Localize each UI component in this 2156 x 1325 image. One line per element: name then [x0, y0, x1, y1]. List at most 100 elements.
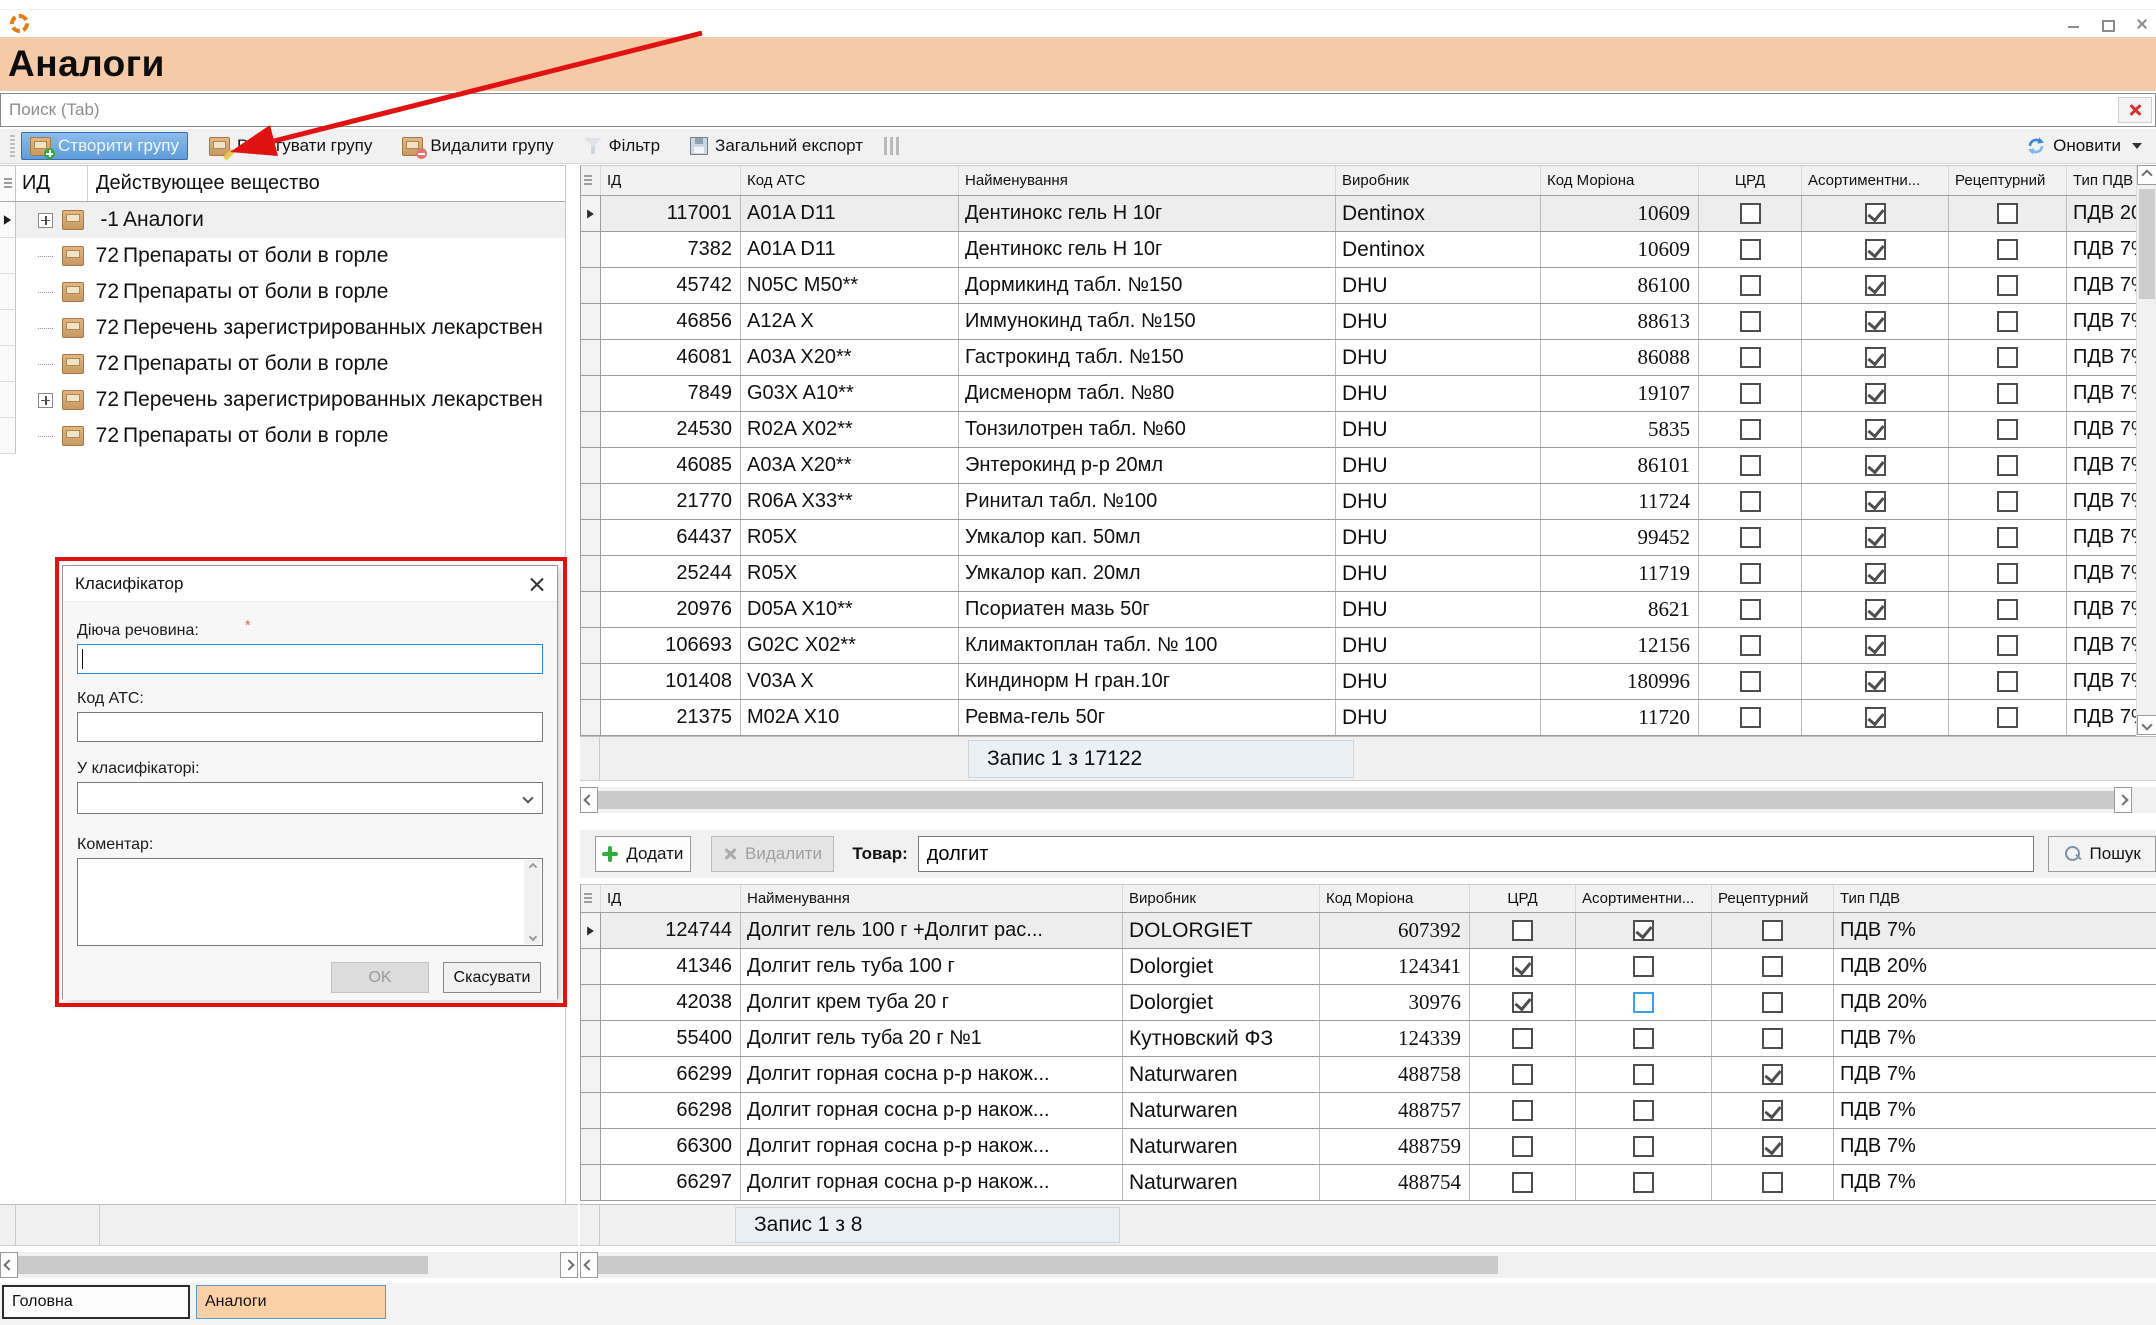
table-row[interactable]: 101408 V03A X Киндинорм Н гран.10г DHU 1… [581, 664, 2136, 700]
column-crd[interactable]: ЦРД [1699, 166, 1802, 195]
column-atc[interactable]: Код АТС [741, 166, 959, 195]
asort-checkbox[interactable] [1865, 455, 1886, 476]
recipe-checkbox[interactable] [1997, 599, 2018, 620]
dialog-close-icon[interactable] [529, 576, 545, 592]
asort-checkbox[interactable] [1633, 1064, 1654, 1085]
cell-asort[interactable] [1802, 196, 1949, 231]
asort-checkbox[interactable] [1865, 707, 1886, 728]
product-search-input[interactable] [918, 836, 2035, 872]
recipe-checkbox[interactable] [1762, 956, 1783, 977]
ok-button[interactable]: OK [331, 962, 429, 993]
recipe-checkbox[interactable] [1762, 1100, 1783, 1121]
scroll-up-icon[interactable] [2137, 165, 2156, 185]
scroll-down-icon[interactable] [528, 933, 536, 941]
crd-checkbox[interactable] [1740, 275, 1761, 296]
delete-group-button[interactable]: Видалити групу [393, 132, 562, 160]
minimize-icon[interactable] [2066, 16, 2082, 32]
recipe-checkbox[interactable] [1997, 563, 2018, 584]
recipe-checkbox[interactable] [1997, 239, 2018, 260]
cell-asort[interactable] [1802, 268, 1949, 303]
add-product-button[interactable]: Додати [595, 836, 691, 872]
asort-checkbox[interactable] [1865, 239, 1886, 260]
crd-checkbox[interactable] [1512, 1064, 1533, 1085]
table-row[interactable]: 66300 Долгит горная сосна р-р накож... N… [581, 1129, 2156, 1165]
cell-crd[interactable] [1470, 1021, 1576, 1056]
scroll-down-icon[interactable] [2137, 715, 2156, 735]
cell-crd[interactable] [1699, 628, 1802, 663]
expand-plus-icon[interactable] [38, 393, 53, 408]
cell-crd[interactable] [1699, 664, 1802, 699]
asort-checkbox[interactable] [1865, 419, 1886, 440]
cell-recipe[interactable] [1949, 628, 2067, 663]
column-recipe[interactable]: Рецептурний [1949, 166, 2067, 195]
asort-checkbox[interactable] [1633, 920, 1654, 941]
cancel-button[interactable]: Скасувати [443, 962, 541, 993]
products-horizontal-scrollbar[interactable] [580, 1252, 2156, 1278]
remove-product-button[interactable]: Видалити [711, 836, 835, 872]
cell-asort[interactable] [1802, 664, 1949, 699]
cell-asort[interactable] [1576, 949, 1712, 984]
cell-recipe[interactable] [1949, 304, 2067, 339]
crd-checkbox[interactable] [1740, 239, 1761, 260]
cell-crd[interactable] [1699, 304, 1802, 339]
cell-recipe[interactable] [1949, 520, 2067, 555]
table-row[interactable]: 64437 R05X Умкалор кап. 50мл DHU 99452 П… [581, 520, 2136, 556]
column-asort[interactable]: Асортиментни... [1802, 166, 1949, 195]
cell-crd[interactable] [1470, 949, 1576, 984]
cell-recipe[interactable] [1712, 949, 1834, 984]
table-row[interactable]: 46085 A03A X20** Энтерокинд р-р 20мл DHU… [581, 448, 2136, 484]
table-row[interactable]: 7382 A01A D11 Дентинокс гель Н 10г Denti… [581, 232, 2136, 268]
table-row[interactable]: 21770 R06A X33** Ринитал табл. №100 DHU … [581, 484, 2136, 520]
column-id[interactable]: ІД [601, 166, 741, 195]
recipe-checkbox[interactable] [1997, 671, 2018, 692]
table-row[interactable]: 106693 G02C X02** Климактоплан табл. № 1… [581, 628, 2136, 664]
close-icon[interactable] [2134, 16, 2150, 32]
cell-crd[interactable] [1470, 1093, 1576, 1128]
asort-checkbox[interactable] [1633, 1136, 1654, 1157]
scroll-left-icon[interactable] [0, 1252, 18, 1278]
cell-recipe[interactable] [1949, 556, 2067, 591]
tab-home[interactable]: Головна [2, 1285, 190, 1319]
table-row[interactable]: 45742 N05C M50** Дормикинд табл. №150 DH… [581, 268, 2136, 304]
cell-recipe[interactable] [1949, 232, 2067, 267]
tree-column-id[interactable]: ИД [16, 166, 88, 201]
scroll-thumb[interactable] [598, 791, 2114, 809]
cell-asort[interactable] [1802, 376, 1949, 411]
cell-crd[interactable] [1699, 268, 1802, 303]
asort-checkbox[interactable] [1633, 956, 1654, 977]
cell-recipe[interactable] [1949, 412, 2067, 447]
asort-checkbox[interactable] [1633, 992, 1654, 1013]
recipe-checkbox[interactable] [1762, 992, 1783, 1013]
recipe-checkbox[interactable] [1997, 383, 2018, 404]
columns-icon[interactable] [884, 137, 900, 155]
analogs-vertical-scrollbar[interactable] [2136, 165, 2156, 735]
asort-checkbox[interactable] [1865, 527, 1886, 548]
table-row[interactable]: 55400 Долгит гель туба 20 г №1 Кутновски… [581, 1021, 2156, 1057]
cell-asort[interactable] [1802, 628, 1949, 663]
cell-asort[interactable] [1802, 412, 1949, 447]
tree-row[interactable]: 72 Перечень зарегистрированных лекарстве… [0, 382, 565, 418]
analogs-horizontal-scrollbar[interactable] [580, 787, 2156, 813]
table-row[interactable]: 66299 Долгит горная сосна р-р накож... N… [581, 1057, 2156, 1093]
scroll-right-icon[interactable] [560, 1252, 578, 1278]
tab-analogs[interactable]: Аналоги [196, 1285, 386, 1319]
crd-checkbox[interactable] [1740, 491, 1761, 512]
asort-checkbox[interactable] [1633, 1172, 1654, 1193]
asort-checkbox[interactable] [1865, 347, 1886, 368]
table-row[interactable]: 25244 R05X Умкалор кап. 20мл DHU 11719 П… [581, 556, 2136, 592]
edit-group-button[interactable]: Редагувати групу [200, 132, 381, 160]
cell-recipe[interactable] [1712, 1093, 1834, 1128]
table-row[interactable]: 46856 A12A X Иммунокинд табл. №150 DHU 8… [581, 304, 2136, 340]
cell-asort[interactable] [1576, 1057, 1712, 1092]
scroll-thumb[interactable] [598, 1256, 1498, 1274]
crd-checkbox[interactable] [1512, 1136, 1533, 1157]
refresh-button[interactable]: Оновити [2026, 136, 2142, 156]
cell-crd[interactable] [1699, 376, 1802, 411]
asort-checkbox[interactable] [1865, 491, 1886, 512]
recipe-checkbox[interactable] [1997, 635, 2018, 656]
recipe-checkbox[interactable] [1997, 419, 2018, 440]
cell-asort[interactable] [1802, 340, 1949, 375]
table-row[interactable]: 42038 Долгит крем туба 20 г Dolorgiet 30… [581, 985, 2156, 1021]
tree-row[interactable]: 72 Препараты от боли в горле [0, 346, 565, 382]
table-row[interactable]: 124744 Долгит гель 100 г +Долгит рас... … [581, 913, 2156, 949]
